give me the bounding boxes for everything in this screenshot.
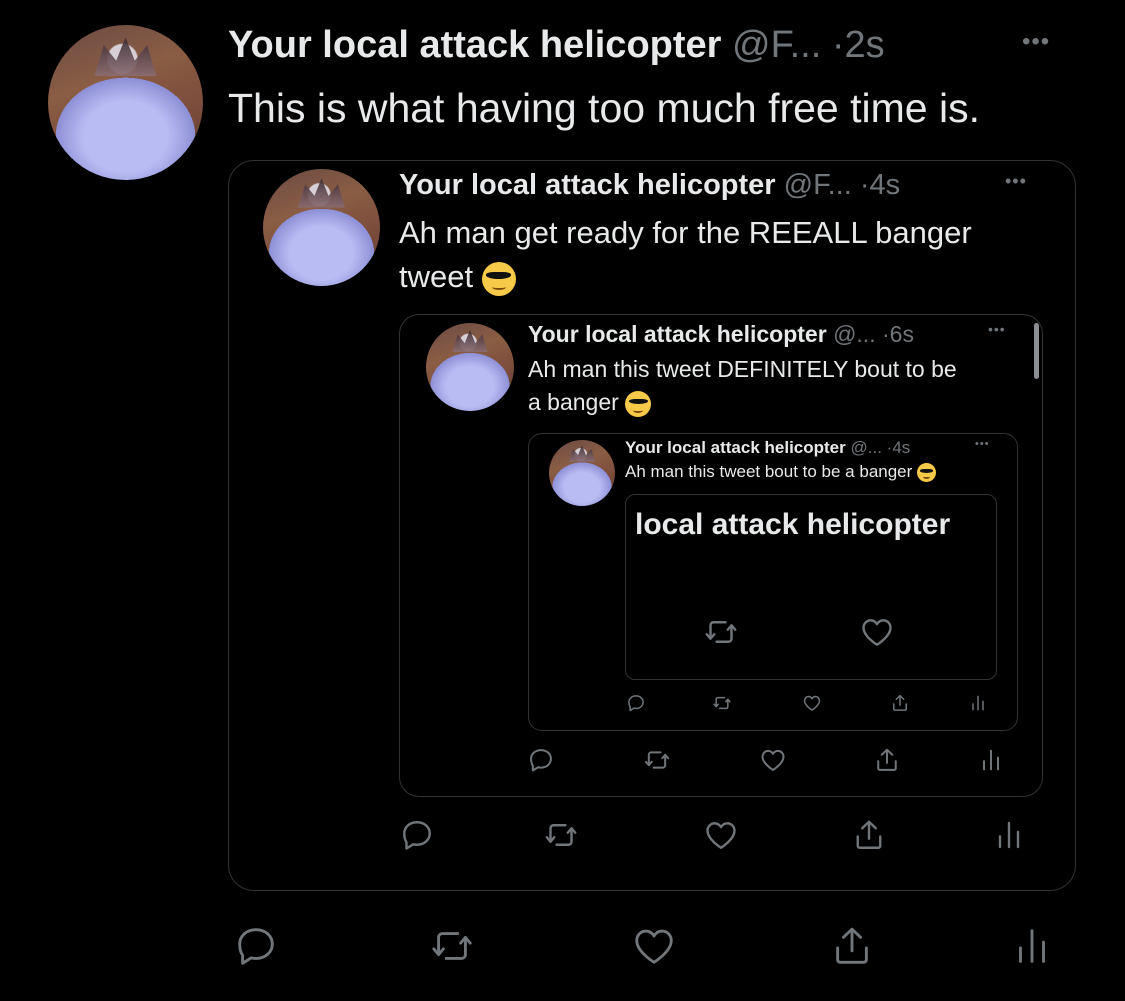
share-icon	[890, 693, 910, 713]
share-button[interactable]	[887, 690, 913, 716]
author-handle[interactable]: @F...	[732, 24, 821, 66]
retweet-icon	[703, 614, 739, 650]
analytics-button[interactable]	[1004, 918, 1060, 974]
tweet-text-line: Ah man get ready for the REEALL banger	[399, 215, 972, 250]
heart-icon	[859, 614, 895, 650]
retweet-icon	[712, 693, 732, 713]
more-options-icon[interactable]: •••	[1005, 171, 1027, 192]
heart-icon	[802, 693, 822, 713]
tweet-text: Ah man this tweet DEFINITELY bout to be …	[528, 353, 957, 419]
avatar[interactable]	[48, 25, 203, 180]
quoted-tweet[interactable]: Your local attack helicopter @F... ·4s •…	[228, 160, 1076, 891]
tweet-text: This is what having too much free time i…	[228, 85, 980, 131]
author-handle[interactable]: @...	[833, 321, 876, 347]
reply-icon	[527, 746, 555, 774]
avatar[interactable]	[263, 169, 380, 286]
separator: ·	[831, 24, 845, 66]
tweet-text-line: Ah man this tweet bout to be a banger	[625, 462, 913, 481]
tweet-header: Your local attack helicopter @... ·4s	[625, 437, 910, 459]
analytics-icon	[968, 693, 988, 713]
reply-icon	[233, 923, 279, 969]
tweet-text: Ah man this tweet bout to be a banger	[625, 461, 937, 483]
share-button[interactable]	[870, 743, 904, 777]
avatar[interactable]	[426, 323, 514, 411]
tweet-text-line: Ah man this tweet DEFINITELY bout to be	[528, 356, 957, 382]
tweet-header: Your local attack helicopter @F... ·2s	[228, 22, 885, 68]
share-icon	[829, 923, 875, 969]
author-name[interactable]: Your local attack helicopter	[528, 321, 827, 347]
reply-button[interactable]	[623, 690, 649, 716]
tweet-text-line: a banger	[528, 386, 957, 419]
author-name[interactable]: Your local attack helicopter	[625, 438, 846, 457]
sunglasses-emoji-icon	[625, 390, 652, 417]
more-options-icon[interactable]: •••	[975, 438, 990, 450]
tweet-text-word: a banger	[528, 389, 619, 415]
reply-button[interactable]	[524, 743, 558, 777]
tweet-text-word: tweet	[399, 259, 474, 294]
like-button[interactable]	[626, 918, 682, 974]
heart-icon	[759, 746, 787, 774]
timestamp[interactable]: 6s	[890, 321, 914, 347]
more-options-icon[interactable]: •••	[1022, 28, 1050, 56]
retweet-button[interactable]	[702, 613, 740, 651]
scrollbar[interactable]	[1034, 323, 1039, 379]
share-button[interactable]	[824, 918, 880, 974]
timestamp[interactable]: 4s	[892, 438, 910, 457]
heart-icon	[703, 817, 739, 853]
embedded-media-text: local attack helicopter	[635, 508, 951, 541]
retweet-button[interactable]	[709, 690, 735, 716]
heart-icon	[631, 923, 677, 969]
like-button[interactable]	[858, 613, 896, 651]
retweet-button[interactable]	[424, 918, 480, 974]
retweet-icon	[543, 817, 579, 853]
timestamp[interactable]: 2s	[844, 24, 884, 66]
analytics-icon	[991, 817, 1027, 853]
analytics-button[interactable]	[965, 690, 991, 716]
sunglasses-emoji-icon	[917, 463, 937, 483]
retweet-button[interactable]	[640, 743, 674, 777]
sunglasses-emoji-icon	[481, 261, 516, 296]
avatar[interactable]	[549, 440, 615, 506]
tweet-text-line: tweet	[399, 255, 972, 299]
separator: ·	[881, 321, 890, 347]
separator: ·	[859, 169, 870, 201]
retweet-icon	[429, 923, 475, 969]
timestamp[interactable]: 4s	[870, 169, 901, 201]
retweet-icon	[643, 746, 671, 774]
embedded-media[interactable]: local attack helicopter	[625, 494, 997, 680]
share-icon	[851, 817, 887, 853]
more-options-icon[interactable]: •••	[988, 321, 1006, 337]
reply-button[interactable]	[395, 813, 439, 857]
reply-icon	[399, 817, 435, 853]
author-handle[interactable]: @F...	[784, 169, 852, 201]
tweet-text: Ah man get ready for the REEALL banger t…	[399, 211, 972, 299]
analytics-button[interactable]	[987, 813, 1031, 857]
share-button[interactable]	[847, 813, 891, 857]
like-button[interactable]	[699, 813, 743, 857]
reply-button[interactable]	[228, 918, 284, 974]
like-button[interactable]	[756, 743, 790, 777]
tweet-header: Your local attack helicopter @F... ·4s	[399, 167, 900, 203]
reply-icon	[626, 693, 646, 713]
quoted-tweet[interactable]: Your local attack helicopter @... ·4s ••…	[528, 433, 1018, 731]
author-name[interactable]: Your local attack helicopter	[228, 24, 721, 66]
analytics-icon	[1009, 923, 1055, 969]
share-icon	[873, 746, 901, 774]
like-button[interactable]	[799, 690, 825, 716]
author-handle[interactable]: @...	[851, 438, 882, 457]
tweet-header: Your local attack helicopter @... ·6s	[528, 319, 914, 349]
analytics-button[interactable]	[974, 743, 1008, 777]
quoted-tweet[interactable]: Your local attack helicopter @... ·6s ••…	[399, 314, 1043, 797]
author-name[interactable]: Your local attack helicopter	[399, 169, 776, 201]
analytics-icon	[977, 746, 1005, 774]
retweet-button[interactable]	[539, 813, 583, 857]
